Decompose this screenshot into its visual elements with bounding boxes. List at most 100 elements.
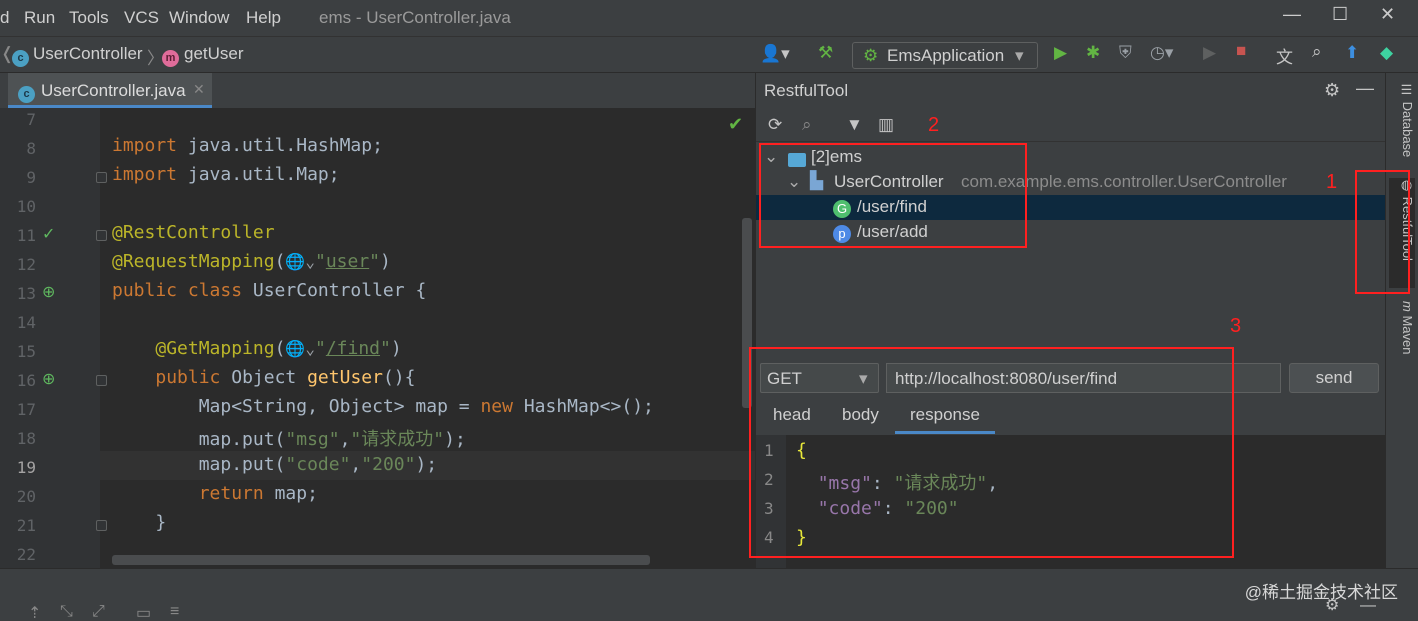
code-line: import java.util.HashMap; [112,135,383,156]
editor-tab-usercontroller[interactable]: c UserController.java ✕ [8,73,212,108]
up-icon[interactable]: ⇡ [28,603,41,621]
profile-icon[interactable]: ◷▾ [1150,43,1173,63]
class-icon: c [18,82,35,103]
window-title: ems - UserController.java [319,8,511,27]
spring-bean-icon[interactable]: ⊕ [42,282,55,302]
menu-item-help[interactable]: Help [246,8,281,28]
method-icon: m [162,46,179,67]
refresh-icon[interactable]: ⟳ [768,115,782,135]
status-bar: ⇡ ⤡ ⤢ ▭ ≡ ⚙ — [0,597,1418,621]
line-number: 16 [16,371,36,390]
build-hammer-icon[interactable]: ⚒ [818,43,833,63]
list-icon[interactable]: ≡ [170,603,179,621]
coverage-icon[interactable]: ⛨ [1119,43,1132,63]
editor-tab-label: UserController.java [41,81,186,100]
code-line: @RestController [112,222,275,243]
line-number: 13 [16,284,36,303]
annotation-box-2 [759,143,1027,248]
dropdown-arrow-icon: ▾ [1015,46,1024,65]
line-number: 7 [26,110,36,129]
line-number: 17 [16,400,36,419]
line-number: 11 [16,226,36,245]
line-number: 18 [16,429,36,448]
inspection-ok-icon[interactable]: ✔ [728,114,743,135]
line-number: 12 [16,255,36,274]
columns-icon[interactable]: ▥ [878,115,894,135]
search-icon[interactable]: ⌕ [1312,42,1322,62]
send-button[interactable]: send [1289,363,1379,393]
breadcrumb-method[interactable]: getUser [184,44,244,64]
nav-bar: ❬ c UserController 〉 m getUser 👤▾ ⚒ ⚙ Em… [0,36,1418,73]
class-icon: c [12,46,29,67]
code-editor[interactable]: ✔ 7 8 9 10 11 12 13 14 15 16 17 18 19 20… [0,108,755,568]
maven-icon: m [1400,301,1415,312]
spring-bean-icon[interactable]: ✓ [42,224,55,244]
stop-icon[interactable]: ■ [1236,41,1246,61]
collapse-icon[interactable]: ⤡ [60,603,73,621]
watermark: @稀土掘金技术社区 [1244,583,1398,602]
line-number: 21 [16,516,36,535]
debug-icon[interactable]: ✱ [1086,43,1100,63]
line-number: 15 [16,342,36,361]
search-icon[interactable]: ⌕ [802,115,812,135]
fold-marker[interactable] [96,172,107,183]
close-tab-icon[interactable]: ✕ [193,81,205,98]
code-line: map.put("code","200"); [112,454,438,475]
toolbox-icon[interactable]: ◆ [1380,43,1393,63]
close-icon[interactable]: ✕ [1380,4,1395,25]
right-tool-sidebar: ☰ Database ◍ RestfulTool m Maven [1385,73,1418,568]
code-line: } [112,512,167,533]
filter-icon[interactable]: ▼ [846,115,863,135]
annotation-box-3 [749,347,1234,558]
line-number: 10 [16,197,36,216]
code-line: public Object getUser(){ [155,367,416,388]
run-configuration-select[interactable]: ⚙ EmsApplication ▾ [852,42,1038,69]
code-line: return map; [198,483,318,504]
menu-item-vcs[interactable]: VCS [124,8,159,28]
line-number: 9 [26,168,36,187]
resume-icon[interactable]: ▶ [1203,43,1216,63]
menu-item-window[interactable]: Window [169,8,229,28]
run-icon[interactable]: ▶ [1054,43,1067,63]
breadcrumb-class[interactable]: UserController [33,44,143,64]
annotation-number: 3 [1230,315,1242,337]
user-icon[interactable]: 👤▾ [760,44,790,64]
minimize-icon[interactable]: — [1283,4,1301,25]
menu-item-run[interactable]: Run [24,8,55,28]
code-line: @GetMapping(🌐⌄"/find") [155,338,402,359]
maximize-icon[interactable]: ☐ [1332,4,1348,25]
expand-icon[interactable]: ⤢ [92,603,105,621]
panel-toolbar: ⟳ ⌕ ▼ ▥ [756,109,1386,142]
fold-marker[interactable] [96,375,107,386]
fold-marker[interactable] [96,230,107,241]
database-icon: ☰ [1400,83,1415,102]
sidebar-tab-database[interactable]: ☰ Database [1389,83,1415,168]
sidebar-tab-maven[interactable]: m Maven [1389,301,1415,371]
annotation-box-1 [1355,170,1410,294]
annotation-number: 1 [1326,171,1338,193]
spring-app-icon: ⚙ [863,46,879,65]
line-number: 20 [16,487,36,506]
annotation-number: 2 [928,114,940,136]
line-number: 22 [16,545,36,564]
menu-item-tools[interactable]: Tools [69,8,109,28]
menu-item-code[interactable]: d [0,8,9,28]
request-mapping-icon[interactable]: ⊕ [42,369,55,389]
hide-panel-icon[interactable]: — [1356,78,1374,99]
line-number: 14 [16,313,36,332]
code-line: map.put("msg","请求成功"); [112,429,466,450]
translate-icon[interactable]: 文 [1276,43,1293,68]
settings-gear-icon[interactable]: ⚙ [1324,80,1340,101]
code-line: @RequestMapping(🌐⌄"user") [112,251,391,272]
menu-bar: d Run Tools VCS Window Help ems - UserCo… [0,0,1418,36]
code-line: Map<String, Object> map = new HashMap<>(… [112,396,654,417]
horizontal-scrollbar[interactable] [112,555,650,565]
code-line: import java.util.Map; [112,164,340,185]
panel-title: RestfulTool [764,81,849,100]
fold-marker[interactable] [96,520,107,531]
line-number: 19 [16,458,36,477]
update-icon[interactable]: ⬆ [1345,43,1359,63]
line-number: 8 [26,139,36,158]
layout-icon[interactable]: ▭ [136,603,151,621]
bottom-panel-bar [0,568,1418,603]
